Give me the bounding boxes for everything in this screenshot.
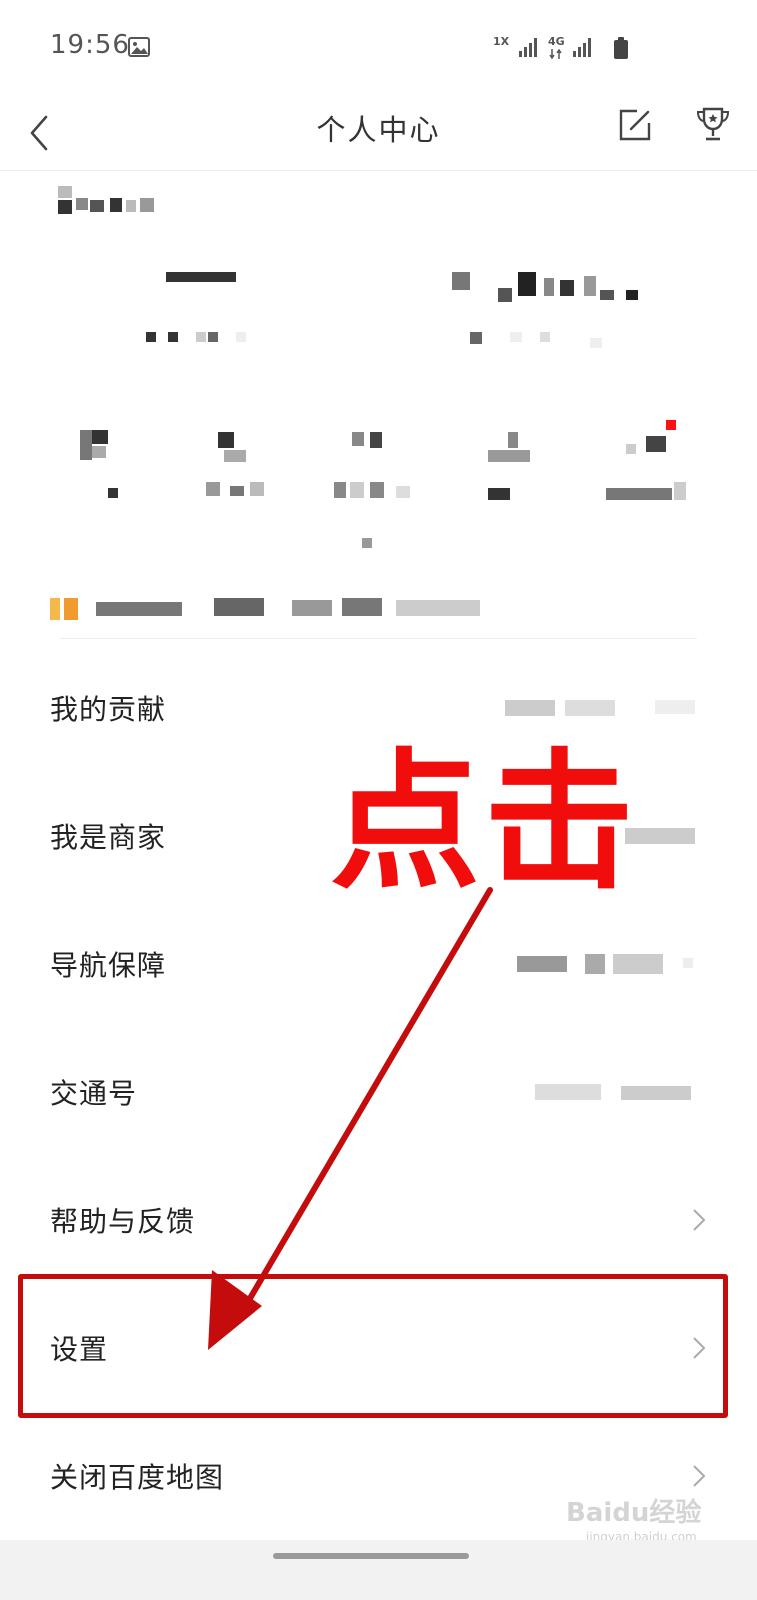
- battery-icon: [614, 37, 628, 59]
- menu-item-label: 我的贡献: [50, 692, 167, 726]
- home-indicator[interactable]: [273, 1553, 469, 1559]
- menu-item-traffic-account[interactable]: 交通号: [0, 1026, 757, 1157]
- status-bar: 19:56 1X 4G: [0, 0, 757, 92]
- chevron-right-icon: [693, 1336, 706, 1359]
- menu-item-label: 帮助与反馈: [50, 1204, 196, 1238]
- network-type-4g: 4G: [548, 35, 565, 48]
- value-redacted: [505, 1080, 705, 1104]
- trophy-button[interactable]: [694, 105, 732, 145]
- data-arrows-icon: [549, 49, 562, 59]
- menu-item-label: 导航保障: [50, 948, 167, 982]
- menu-item-label: 设置: [50, 1332, 109, 1366]
- value-redacted: [505, 696, 705, 720]
- trophy-icon: [696, 107, 730, 141]
- watermark-logo: Baidu经验: [566, 1498, 702, 1528]
- title-bar: 个人中心: [0, 92, 757, 171]
- value-redacted: [505, 952, 705, 976]
- menu-item-label: 关闭百度地图: [50, 1460, 225, 1494]
- edit-button[interactable]: [617, 107, 653, 143]
- menu-item-help-feedback[interactable]: 帮助与反馈: [0, 1154, 757, 1285]
- network-type-1x: 1X: [493, 35, 510, 48]
- menu-item-label: 我是商家: [50, 820, 167, 854]
- chevron-right-icon: [693, 1464, 706, 1487]
- system-nav-bar: [0, 1540, 757, 1600]
- gallery-icon: [128, 37, 150, 57]
- edit-icon: [619, 109, 651, 141]
- annotation-click-text: 点击: [330, 736, 639, 910]
- menu-item-navigation-guarantee[interactable]: 导航保障: [0, 898, 757, 1029]
- status-time: 19:56: [50, 30, 130, 60]
- menu-item-label: 交通号: [50, 1076, 138, 1110]
- menu-item-settings[interactable]: 设置: [0, 1282, 757, 1413]
- signal-icon: [573, 38, 591, 57]
- signal-icon: [519, 38, 537, 57]
- chevron-right-icon: [693, 1208, 706, 1231]
